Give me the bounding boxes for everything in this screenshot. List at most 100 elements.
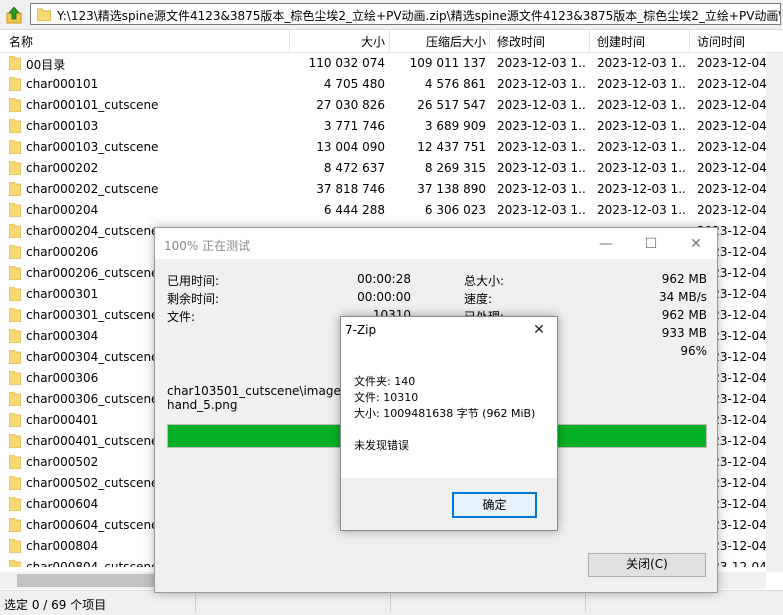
total-size-value: 962 MB	[661, 272, 707, 286]
folder-icon	[9, 392, 21, 406]
cell-created: 2023-12-03 1...	[597, 77, 685, 91]
cell-name: char000204	[26, 203, 99, 217]
folder-icon	[9, 497, 21, 511]
column-header-name[interactable]: 名称	[9, 33, 33, 49]
speed-value: 34 MB/s	[659, 290, 707, 304]
folder-icon	[9, 539, 21, 553]
selection-status: 选定 0 / 69 个项目	[4, 598, 107, 612]
cell-name: char000101_cutscene	[26, 98, 159, 112]
cell-name: char000101	[26, 77, 99, 91]
cell-size: 37 818 746	[316, 182, 385, 196]
cell-modified: 2023-12-03 1...	[497, 77, 585, 91]
total-size-label: 总大小:	[464, 274, 505, 288]
folder-icon	[9, 476, 21, 490]
total-bytes: 大小: 1009481638 字节 (962 MiB)	[354, 407, 536, 420]
cell-accessed: 2023-12-04	[697, 56, 766, 70]
cell-modified: 2023-12-03 1...	[497, 203, 585, 217]
folder-icon	[9, 203, 21, 217]
table-row[interactable]: char000101_cutscene 27 030 826 26 517 547 2…	[0, 95, 766, 116]
cell-created: 2023-12-03 1...	[597, 182, 685, 196]
cell-modified: 2023-12-03 1...	[497, 161, 585, 175]
cell-created: 2023-12-03 1...	[597, 161, 685, 175]
ratio-value: 96%	[680, 344, 707, 358]
progress-dialog-titlebar: 100% 正在测试 — ☐ ✕	[155, 228, 717, 259]
cell-modified: 2023-12-03 1...	[497, 140, 585, 154]
folder-icon	[9, 287, 21, 301]
cell-packed: 109 011 137	[409, 56, 486, 70]
remaining-value: 00:00:00	[357, 290, 411, 304]
column-header-packed[interactable]: 压缩后大小	[390, 33, 486, 49]
files-count: 文件: 10310	[354, 391, 419, 404]
close-icon[interactable]: ✕	[688, 236, 704, 252]
cell-created: 2023-12-03 1...	[597, 98, 685, 112]
address-input[interactable]: Y:\123\精选spine源文件4123&3875版本_棕色尘埃2_立绘+PV…	[30, 3, 781, 25]
files-label: 文件:	[167, 310, 196, 324]
folder-icon	[9, 308, 21, 322]
result-dialog: 7-Zip ✕ 文件夹: 140 文件: 10310 大小: 100948163…	[340, 316, 558, 531]
cell-size: 6 444 288	[323, 203, 385, 217]
close-icon[interactable]: ✕	[531, 322, 547, 338]
cell-name: 00目录	[26, 58, 66, 72]
cell-created: 2023-12-03 1...	[597, 203, 685, 217]
cell-modified: 2023-12-03 1...	[497, 98, 585, 112]
elapsed-value: 00:00:28	[357, 272, 411, 286]
column-header-created[interactable]: 创建时间	[597, 33, 645, 49]
address-bar: Y:\123\精选spine源文件4123&3875版本_棕色尘埃2_立绘+PV…	[0, 0, 783, 30]
cell-packed: 26 517 547	[417, 98, 486, 112]
cell-size: 4 705 480	[323, 77, 385, 91]
folder-icon	[9, 518, 21, 532]
folder-icon	[9, 434, 21, 448]
cell-name: char000202	[26, 161, 99, 175]
table-row[interactable]: char000101 4 705 480 4 576 861 2023-12-03 1…	[0, 74, 766, 95]
cell-packed: 3 689 909	[424, 119, 486, 133]
cell-packed: 4 576 861	[424, 77, 486, 91]
result-dialog-title: 7-Zip	[345, 323, 377, 337]
close-button[interactable]: 关闭(C)	[588, 553, 706, 577]
column-header-modified[interactable]: 修改时间	[497, 33, 545, 49]
cell-size: 13 004 090	[316, 140, 385, 154]
cell-accessed: 2023-12-04	[697, 182, 766, 196]
folder-icon	[9, 161, 21, 175]
cell-modified: 2023-12-03 1...	[497, 56, 585, 70]
result-message: 未发现错误	[354, 439, 409, 452]
folder-icon	[9, 560, 21, 567]
table-row[interactable]: 00目录 110 032 074 109 011 137 2023-12-03 1..…	[0, 53, 766, 74]
folder-icon	[9, 182, 21, 196]
column-header-size[interactable]: 大小	[290, 33, 385, 49]
speed-label: 速度:	[464, 292, 493, 306]
current-file-path: char103501_cutscene\images\	[167, 384, 352, 398]
column-header-accessed[interactable]: 访问时间	[697, 33, 745, 49]
maximize-icon[interactable]: ☐	[643, 236, 659, 252]
cell-accessed: 2023-12-04	[697, 140, 766, 154]
result-dialog-titlebar: 7-Zip ✕	[341, 317, 557, 345]
folder-icon	[9, 56, 21, 70]
ok-button[interactable]: 确定	[452, 492, 537, 518]
processed-value: 962 MB	[661, 308, 707, 322]
table-row[interactable]: char000202 8 472 637 8 269 315 2023-12-03 1…	[0, 158, 766, 179]
table-row[interactable]: char000103 3 771 746 3 689 909 2023-12-03 1…	[0, 116, 766, 137]
cell-created: 2023-12-03 1...	[597, 119, 685, 133]
folder-icon	[9, 413, 21, 427]
folder-icon	[9, 140, 21, 154]
table-row[interactable]: char000103_cutscene 13 004 090 12 437 751 2…	[0, 137, 766, 158]
column-header-row: 名称 大小 压缩后大小 修改时间 创建时间 访问时间	[0, 30, 783, 53]
folder-icon	[9, 98, 21, 112]
vertical-scrollbar[interactable]	[766, 53, 783, 572]
up-folder-button[interactable]	[4, 5, 24, 25]
cell-created: 2023-12-03 1...	[597, 140, 685, 154]
folder-icon	[9, 224, 21, 238]
cell-name: char000202_cutscene	[26, 182, 159, 196]
folder-icon	[37, 8, 51, 21]
folder-icon	[9, 77, 21, 91]
folder-icon	[9, 350, 21, 364]
table-row[interactable]: char000204 6 444 288 6 306 023 2023-12-03 1…	[0, 200, 766, 221]
folder-icon	[9, 266, 21, 280]
cell-accessed: 2023-12-04	[697, 119, 766, 133]
table-row[interactable]: char000202_cutscene 37 818 746 37 138 890 2…	[0, 179, 766, 200]
cell-name: char000103	[26, 119, 99, 133]
current-file-name: hand_5.png	[167, 398, 238, 412]
cell-size: 27 030 826	[316, 98, 385, 112]
up-arrow-icon	[6, 6, 22, 24]
minimize-icon[interactable]: —	[598, 236, 614, 252]
cell-accessed: 2023-12-04	[697, 161, 766, 175]
